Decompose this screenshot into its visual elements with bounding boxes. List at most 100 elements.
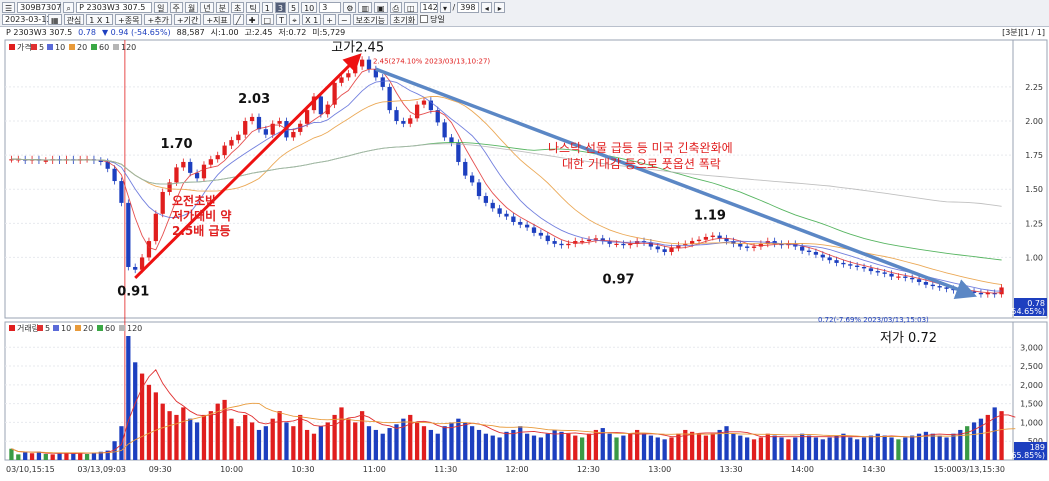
candle bbox=[545, 235, 550, 242]
volume-bar bbox=[841, 433, 846, 460]
volume-bar bbox=[421, 426, 427, 460]
candle bbox=[476, 182, 482, 197]
candle bbox=[291, 131, 296, 138]
candle bbox=[119, 181, 124, 203]
volume-bar bbox=[875, 433, 880, 460]
volume-legend-label: 5 bbox=[45, 324, 50, 333]
stock-chart[interactable]: 2.25 2.00 1.75 1.50 1.25 1.00 3,000 2,500 2,000 1… bbox=[0, 0, 1049, 481]
candle bbox=[469, 175, 475, 183]
volume-bar bbox=[531, 435, 537, 460]
volume-bar bbox=[861, 437, 867, 460]
volume-bar bbox=[999, 411, 1004, 460]
volume-bar bbox=[456, 418, 461, 460]
volume-legend-label: 120 bbox=[127, 324, 142, 333]
volume-bar bbox=[848, 437, 853, 460]
volume-bar bbox=[256, 429, 262, 460]
candle bbox=[236, 134, 241, 141]
volume-bar bbox=[359, 411, 365, 460]
volume-bar bbox=[690, 431, 695, 460]
candle bbox=[910, 277, 915, 280]
volume-bar bbox=[387, 428, 392, 460]
candle bbox=[353, 66, 358, 74]
volume-bar bbox=[889, 437, 894, 460]
candle bbox=[834, 260, 839, 263]
candle bbox=[531, 227, 537, 233]
volume-bar bbox=[304, 429, 310, 460]
volume-bar bbox=[483, 433, 489, 460]
price-legend-label: 5 bbox=[39, 43, 44, 52]
candle bbox=[146, 241, 152, 258]
volume-bar bbox=[401, 418, 406, 460]
volume-bar bbox=[731, 433, 736, 460]
volume-bar bbox=[710, 433, 715, 460]
volume-bar bbox=[339, 407, 344, 460]
candle bbox=[559, 243, 564, 246]
volume-bar bbox=[91, 452, 97, 460]
candle bbox=[580, 241, 585, 243]
volume-bar bbox=[16, 454, 21, 460]
volume-axis-label: 2,000 bbox=[1020, 381, 1043, 390]
price-axis-label: 2.25 bbox=[1025, 83, 1043, 92]
volume-bar bbox=[181, 407, 186, 460]
volume-bar bbox=[353, 422, 358, 460]
volume-bar bbox=[538, 437, 544, 460]
candle bbox=[655, 246, 660, 250]
candle bbox=[194, 172, 200, 179]
volume-axis-label: 3,000 bbox=[1020, 343, 1043, 352]
volume-bar bbox=[298, 414, 303, 460]
volume-bar bbox=[800, 433, 805, 460]
volume-bar bbox=[951, 433, 956, 460]
candle bbox=[738, 243, 743, 247]
volume-bar bbox=[490, 435, 495, 460]
price-legend-label: 20 bbox=[77, 43, 87, 52]
volume-legend-swatch bbox=[97, 325, 103, 331]
volume-bar bbox=[243, 414, 248, 460]
volume-bar bbox=[971, 422, 977, 460]
candle bbox=[339, 77, 344, 83]
annotation-low-start: 0.91 bbox=[117, 285, 149, 300]
candle bbox=[208, 159, 213, 165]
time-axis-label: 12:00 bbox=[506, 465, 529, 474]
candle bbox=[827, 257, 832, 261]
volume-bar bbox=[903, 437, 908, 460]
volume-bar bbox=[194, 422, 200, 460]
candle bbox=[820, 254, 825, 258]
volume-bar bbox=[916, 433, 922, 460]
candle bbox=[861, 266, 867, 269]
candle bbox=[112, 168, 117, 182]
price-axis-label: 1.00 bbox=[1025, 253, 1043, 262]
candle bbox=[971, 291, 977, 293]
candle bbox=[401, 121, 406, 124]
volume-bar bbox=[442, 426, 447, 460]
volume-bar bbox=[249, 422, 255, 460]
candle bbox=[538, 232, 544, 236]
candle bbox=[593, 238, 599, 240]
volume-bar bbox=[524, 433, 530, 460]
price-legend-swatch bbox=[9, 44, 15, 50]
candle bbox=[263, 129, 268, 135]
candle bbox=[662, 249, 667, 252]
candle bbox=[126, 202, 131, 267]
candle bbox=[215, 155, 220, 160]
volume-legend-swatch bbox=[9, 325, 15, 331]
annotation-097: 0.97 bbox=[603, 273, 635, 288]
volume-legend-label: 60 bbox=[105, 324, 115, 333]
candle bbox=[229, 140, 234, 146]
volume-bar bbox=[428, 429, 433, 460]
candle bbox=[222, 145, 227, 156]
volume-bar bbox=[559, 431, 564, 460]
candle bbox=[868, 268, 874, 272]
volume-bar bbox=[469, 426, 475, 460]
volume-bar bbox=[9, 448, 14, 460]
volume-bar bbox=[50, 454, 55, 460]
candle bbox=[43, 160, 48, 162]
volume-bar bbox=[648, 435, 654, 460]
volume-bar bbox=[277, 411, 282, 460]
time-axis-label: 03/10,15:15 bbox=[6, 465, 55, 474]
candle bbox=[133, 266, 138, 270]
volume-bar bbox=[669, 437, 674, 460]
volume-bar bbox=[813, 437, 819, 460]
price-legend-label: 가격 bbox=[17, 42, 32, 52]
volume-bar bbox=[126, 336, 131, 460]
time-axis-label: 03/13,09:03 bbox=[77, 465, 126, 474]
